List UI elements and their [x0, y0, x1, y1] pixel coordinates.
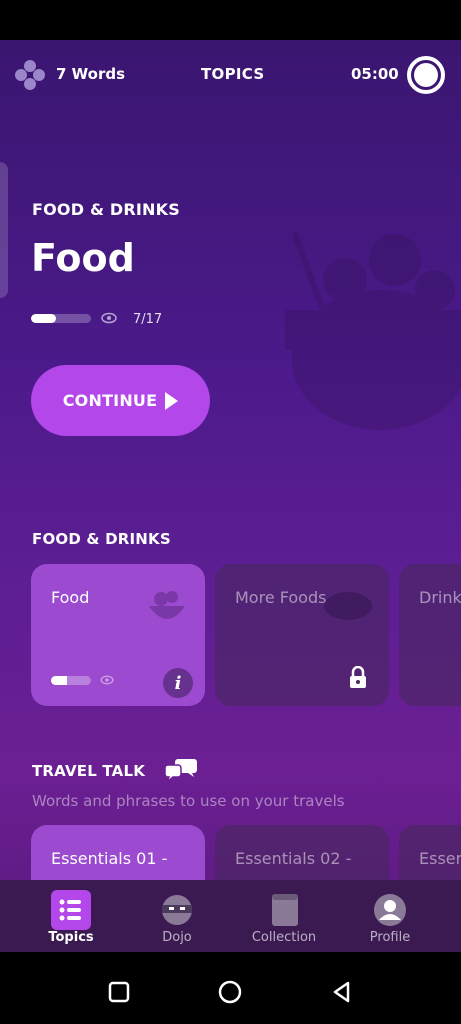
app-screen: 7 Words TOPICS 05:00 FOOD & DRINKS Food …: [0, 40, 461, 952]
card-title: Essentials 03 -: [419, 849, 461, 868]
bowl-background-icon: [285, 231, 461, 430]
timer-circle-icon[interactable]: [407, 56, 445, 94]
recents-icon[interactable]: [107, 980, 131, 1004]
travel-section-title: TRAVEL TALK: [32, 762, 146, 780]
info-button[interactable]: i: [163, 668, 193, 698]
hero-category: FOOD & DRINKS: [32, 200, 180, 219]
lock-icon: [350, 666, 366, 688]
continue-button[interactable]: CONTINUE: [31, 365, 210, 436]
travel-section-subtitle: Words and phrases to use on your travels: [32, 792, 345, 810]
bottom-navigation: Topics Dojo Collection Profile: [0, 880, 461, 952]
card-progress-fill: [51, 676, 67, 685]
back-icon[interactable]: [330, 980, 354, 1004]
side-drawer-handle[interactable]: [0, 162, 8, 298]
continue-label: CONTINUE: [62, 391, 158, 410]
card-progress-bar: [51, 676, 91, 685]
top-bar: 7 Words TOPICS 05:00: [0, 40, 461, 110]
timer-label: 05:00: [351, 65, 399, 83]
words-count-label[interactable]: 7 Words: [56, 65, 125, 83]
food-section-title: FOOD & DRINKS: [32, 530, 171, 548]
list-icon: [51, 890, 91, 930]
nav-item-topics[interactable]: Topics: [16, 880, 126, 952]
nav-label: Collection: [251, 930, 317, 945]
topic-card-food[interactable]: Food i: [31, 564, 205, 706]
page-title: TOPICS: [201, 65, 265, 83]
food-icon: [324, 592, 372, 620]
hero-word-count: 7/17: [133, 312, 163, 327]
card-title: Essentials 02 -: [235, 849, 352, 868]
nav-item-collection[interactable]: Collection: [229, 880, 339, 952]
hero-title: Food: [31, 236, 135, 280]
nav-item-profile[interactable]: Profile: [335, 880, 445, 952]
nav-label: Topics: [48, 930, 94, 945]
status-bar: [0, 0, 461, 40]
words-icon[interactable]: [14, 59, 46, 91]
nav-item-dojo[interactable]: Dojo: [122, 880, 232, 952]
book-icon: [272, 894, 298, 926]
person-icon: [374, 894, 406, 926]
card-title: Essentials 01 -: [51, 849, 168, 868]
nav-label: Profile: [369, 930, 411, 945]
card-title: Drinks: [419, 588, 461, 607]
eye-icon: [101, 312, 117, 324]
system-navigation-bar: [0, 952, 461, 1024]
eye-icon: [100, 675, 114, 685]
bowl-icon: [149, 591, 185, 619]
hero-progress-fill: [31, 314, 56, 323]
home-icon[interactable]: [218, 980, 242, 1004]
play-icon: [165, 391, 179, 410]
chat-bubbles-icon: [164, 759, 197, 783]
ninja-icon: [162, 895, 192, 925]
nav-label: Dojo: [162, 930, 192, 945]
card-title: Food: [51, 588, 90, 607]
card-title: More Foods: [235, 588, 327, 607]
topic-card-more-foods[interactable]: More Foods: [215, 564, 389, 706]
hero-progress-bar: [31, 314, 91, 323]
topic-card-drinks[interactable]: Drinks: [399, 564, 461, 706]
